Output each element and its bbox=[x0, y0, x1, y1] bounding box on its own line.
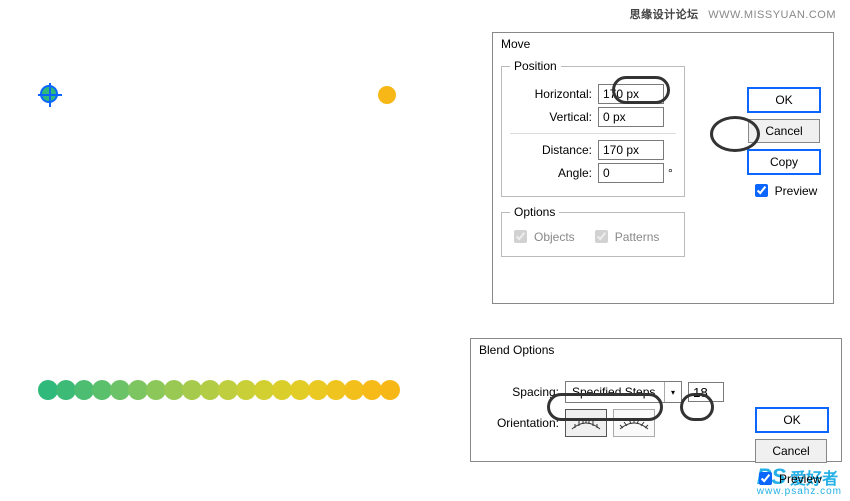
blend-step-dot bbox=[182, 380, 202, 400]
angle-unit: ° bbox=[668, 166, 676, 180]
blend-step-dot bbox=[218, 380, 238, 400]
blend-step-dot bbox=[74, 380, 94, 400]
position-legend: Position bbox=[510, 59, 561, 73]
vertical-label: Vertical: bbox=[549, 110, 592, 124]
spacing-select[interactable]: Specified Steps ▾ bbox=[565, 381, 682, 403]
blend-step-dot bbox=[146, 380, 166, 400]
blend-step-dot bbox=[110, 380, 130, 400]
blend-step-dot bbox=[56, 380, 76, 400]
watermark-top-cn: 思缘设计论坛 bbox=[630, 9, 699, 21]
orientation-align-to-page-button[interactable] bbox=[565, 409, 607, 437]
blend-step-dot bbox=[200, 380, 220, 400]
blend-step-dot bbox=[380, 380, 400, 400]
blend-dialog-title: Blend Options bbox=[471, 339, 841, 365]
selected-green-dot[interactable] bbox=[40, 85, 58, 103]
orientation-align-to-path-button[interactable] bbox=[613, 409, 655, 437]
blend-step-dot bbox=[344, 380, 364, 400]
blend-step-dot bbox=[362, 380, 382, 400]
ok-button[interactable]: OK bbox=[747, 87, 821, 113]
options-legend: Options bbox=[510, 205, 559, 219]
blend-step-dot bbox=[326, 380, 346, 400]
blend-step-dot bbox=[164, 380, 184, 400]
blend-ok-button[interactable]: OK bbox=[755, 407, 829, 433]
watermark-top: 思缘设计论坛 WWW.MISSYUAN.COM bbox=[630, 6, 836, 22]
spacing-select-value: Specified Steps bbox=[566, 385, 664, 399]
blend-step-dot bbox=[308, 380, 328, 400]
position-group: Position Horizontal: Vertical: Distance:… bbox=[501, 59, 685, 197]
distance-label: Distance: bbox=[542, 143, 592, 157]
preview-checkbox[interactable]: Preview bbox=[751, 181, 818, 200]
blend-step-dot bbox=[254, 380, 274, 400]
blend-step-dot bbox=[272, 380, 292, 400]
blend-buttons: OK Cancel Preview bbox=[755, 407, 829, 488]
objects-checkbox[interactable]: Objects bbox=[510, 227, 575, 246]
blend-step-dot bbox=[128, 380, 148, 400]
blend-step-dot bbox=[38, 380, 58, 400]
options-group: Options Objects Patterns bbox=[501, 205, 685, 257]
spacing-label: Spacing: bbox=[483, 385, 559, 399]
patterns-checkbox[interactable]: Patterns bbox=[591, 227, 660, 246]
blend-options-dialog: Blend Options Spacing: Specified Steps ▾… bbox=[470, 338, 842, 462]
angle-input[interactable] bbox=[598, 163, 664, 183]
copy-button[interactable]: Copy bbox=[747, 149, 821, 175]
orientation-path-icon bbox=[619, 415, 649, 431]
cancel-button[interactable]: Cancel bbox=[748, 119, 820, 143]
distance-input[interactable] bbox=[598, 140, 664, 160]
spacing-steps-input[interactable] bbox=[688, 382, 724, 402]
move-dialog-title: Move bbox=[493, 33, 833, 59]
move-dialog: Move Position Horizontal: Vertical: Dist… bbox=[492, 32, 834, 304]
watermark-top-url: WWW.MISSYUAN.COM bbox=[708, 9, 836, 21]
orientation-page-icon bbox=[571, 415, 601, 431]
horizontal-input[interactable] bbox=[598, 84, 664, 104]
chevron-down-icon: ▾ bbox=[664, 382, 681, 402]
blend-step-dot bbox=[290, 380, 310, 400]
blend-cancel-button[interactable]: Cancel bbox=[755, 439, 827, 463]
angle-label: Angle: bbox=[558, 166, 592, 180]
blend-step-dot bbox=[236, 380, 256, 400]
move-buttons: OK Cancel Copy Preview bbox=[747, 87, 821, 200]
orientation-label: Orientation: bbox=[483, 416, 559, 430]
blend-step-dot bbox=[92, 380, 112, 400]
yellow-dot[interactable] bbox=[378, 86, 396, 104]
canvas bbox=[0, 0, 480, 500]
horizontal-label: Horizontal: bbox=[535, 87, 592, 101]
blend-result-strip[interactable] bbox=[40, 380, 400, 400]
vertical-input[interactable] bbox=[598, 107, 664, 127]
blend-preview-checkbox[interactable]: Preview bbox=[755, 469, 829, 488]
